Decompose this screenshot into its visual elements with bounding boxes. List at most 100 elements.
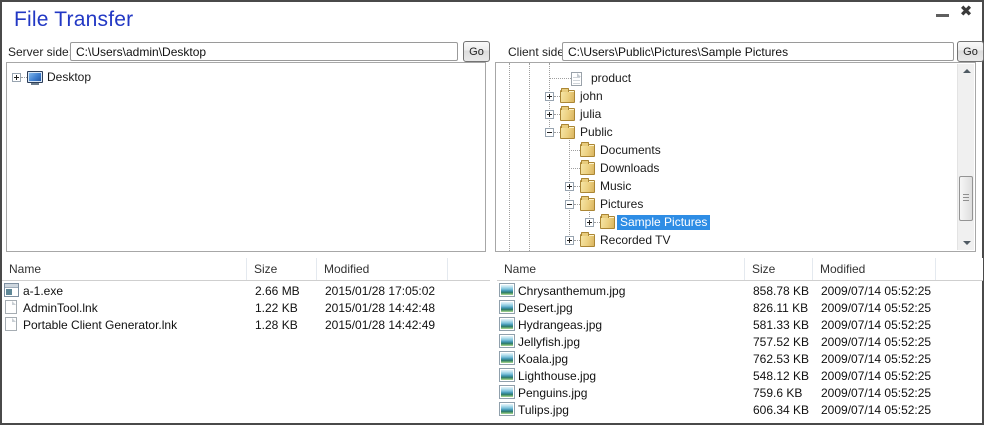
file-name[interactable]: AdminTool.lnk: [23, 301, 98, 315]
file-name[interactable]: Chrysanthemum.jpg: [518, 284, 625, 298]
tree-item-label[interactable]: julia: [577, 107, 604, 122]
file-row[interactable]: Lighthouse.jpg548.12 KB2009/07/14 05:52:…: [497, 368, 983, 385]
tree-item-label[interactable]: Public: [577, 125, 616, 140]
tree-item-label[interactable]: Recorded TV: [597, 233, 673, 248]
tree-item-product[interactable]: product: [496, 70, 975, 88]
file-row[interactable]: Jellyfish.jpg757.52 KB2009/07/14 05:52:2…: [497, 334, 983, 351]
file-name[interactable]: a-1.exe: [23, 284, 63, 298]
client-file-list: NameSizeModified Chrysanthemum.jpg858.78 …: [497, 258, 983, 423]
column-header-modified[interactable]: Modified: [813, 258, 936, 280]
tree-item-music[interactable]: Music: [496, 178, 975, 196]
expand-icon[interactable]: [565, 236, 574, 245]
column-header-size[interactable]: Size: [745, 258, 813, 280]
tree-item-pictures[interactable]: Pictures: [496, 196, 975, 214]
file-row[interactable]: Hydrangeas.jpg 581.33 KB2009/07/14 05:52:…: [497, 317, 983, 334]
image-file-icon: [499, 317, 515, 331]
file-modified: 2009/07/14 05:52:25: [821, 352, 944, 366]
document-icon: [571, 72, 582, 86]
tree-item-julia[interactable]: julia: [496, 106, 975, 124]
collapse-icon[interactable]: [565, 200, 574, 209]
tree-item-label[interactable]: Sample Pictures: [617, 215, 710, 230]
file-name[interactable]: Tulips.jpg: [518, 403, 569, 417]
folder-icon: [560, 108, 575, 121]
file-size: 1.22 KB: [255, 301, 325, 315]
file-name[interactable]: Lighthouse.jpg: [518, 369, 596, 383]
file-modified: 2015/01/28 17:05:02: [325, 284, 456, 298]
tree-item-sample-pictures[interactable]: Sample Pictures: [496, 214, 975, 232]
file-name[interactable]: Desert.jpg: [518, 301, 573, 315]
image-file-icon: [499, 402, 515, 416]
file-size: 826.11 KB: [753, 301, 821, 315]
expand-icon[interactable]: [12, 73, 21, 82]
tree-item-label[interactable]: Documents: [597, 143, 664, 158]
folder-icon: [580, 234, 595, 247]
image-file-icon: [499, 300, 515, 314]
file-modified: 2009/07/14 05:52:25: [821, 386, 944, 400]
shortcut-file-icon: [5, 300, 17, 314]
column-header-name[interactable]: Name: [497, 258, 745, 280]
file-row[interactable]: Koala.jpg762.53 KB2009/07/14 05:52:25: [497, 351, 983, 368]
tree-item-desktop[interactable]: Desktop: [7, 69, 485, 87]
file-transfer-window: File Transfer ✖ Server side: Go Client s…: [0, 0, 984, 425]
tree-item-label[interactable]: Music: [597, 179, 634, 194]
file-row[interactable]: a-1.exe 2.66 MB2015/01/28 17:05:02: [2, 283, 490, 300]
expand-icon[interactable]: [545, 92, 554, 101]
client-tree-pane: product john julia Public Documents Downloads…: [495, 62, 976, 252]
tree-item-label[interactable]: product: [588, 71, 634, 86]
close-icon[interactable]: ✖: [956, 2, 976, 22]
tree-item-label[interactable]: Downloads: [597, 161, 662, 176]
list-rows: Chrysanthemum.jpg858.78 KB2009/07/14 05:…: [497, 283, 983, 423]
client-go-button[interactable]: Go: [957, 41, 984, 62]
file-row[interactable]: Portable Client Generator.lnk1.28 KB2015…: [2, 317, 490, 334]
tree-connector: [569, 150, 580, 151]
server-side-label: Server side:: [8, 45, 72, 59]
file-name[interactable]: Koala.jpg: [518, 352, 568, 366]
file-modified: 2009/07/14 05:52:25: [821, 335, 944, 349]
folder-icon: [580, 198, 595, 211]
file-row[interactable]: Tulips.jpg606.34 KB2009/07/14 05:52:25: [497, 402, 983, 419]
tree-item-john[interactable]: john: [496, 88, 975, 106]
file-size: 759.6 KB: [753, 386, 821, 400]
file-row[interactable]: Penguins.jpg 759.6 KB2009/07/14 05:52:25: [497, 385, 983, 402]
column-header-size[interactable]: Size: [247, 258, 317, 280]
file-name[interactable]: Portable Client Generator.lnk: [23, 318, 177, 332]
server-go-button[interactable]: Go: [463, 41, 490, 62]
folder-icon: [580, 180, 595, 193]
server-path-input[interactable]: [70, 42, 458, 61]
server-tree-pane: Desktop: [6, 62, 486, 252]
column-header-name[interactable]: Name: [2, 258, 247, 280]
application-file-icon: [4, 283, 19, 297]
file-row[interactable]: Chrysanthemum.jpg858.78 KB2009/07/14 05:…: [497, 283, 983, 300]
expand-icon[interactable]: [545, 110, 554, 119]
client-path-input[interactable]: [562, 42, 954, 61]
server-file-list: NameSizeModified a-1.exe 2.66 MB2015/01/28…: [2, 258, 490, 423]
file-name[interactable]: Hydrangeas.jpg: [518, 318, 602, 332]
column-header-modified[interactable]: Modified: [317, 258, 448, 280]
file-name[interactable]: Jellyfish.jpg: [518, 335, 580, 349]
file-name[interactable]: Penguins.jpg: [518, 386, 587, 400]
file-row[interactable]: Desert.jpg826.11 KB2009/07/14 05:52:25: [497, 300, 983, 317]
list-rows: a-1.exe 2.66 MB2015/01/28 17:05:02 AdminTo…: [2, 283, 490, 423]
tree-item-recorded-tv[interactable]: Recorded TV: [496, 232, 975, 250]
desktop-icon: [27, 71, 43, 83]
tree-item-label[interactable]: Pictures: [597, 197, 646, 212]
collapse-icon[interactable]: [545, 128, 554, 137]
tree-item-documents[interactable]: Documents: [496, 142, 975, 160]
image-file-icon: [499, 351, 515, 365]
minimize-icon[interactable]: [936, 14, 949, 17]
expand-icon[interactable]: [565, 182, 574, 191]
file-size: 2.66 MB: [255, 284, 325, 298]
file-modified: 2009/07/14 05:52:25: [821, 318, 944, 332]
expand-icon[interactable]: [585, 218, 594, 227]
file-size: 581.33 KB: [753, 318, 821, 332]
tree-item-label[interactable]: Desktop: [44, 70, 94, 85]
file-modified: 2009/07/14 05:52:25: [821, 369, 944, 383]
tree-item-public[interactable]: Public: [496, 124, 975, 142]
file-modified: 2009/07/14 05:52:25: [821, 403, 944, 417]
tree-item-downloads[interactable]: Downloads: [496, 160, 975, 178]
tree-connector: [569, 168, 580, 169]
tree-item-label[interactable]: john: [577, 89, 606, 104]
list-header: NameSizeModified: [2, 258, 490, 281]
file-row[interactable]: AdminTool.lnk1.22 KB2015/01/28 14:42:48: [2, 300, 490, 317]
image-file-icon: [499, 334, 515, 348]
